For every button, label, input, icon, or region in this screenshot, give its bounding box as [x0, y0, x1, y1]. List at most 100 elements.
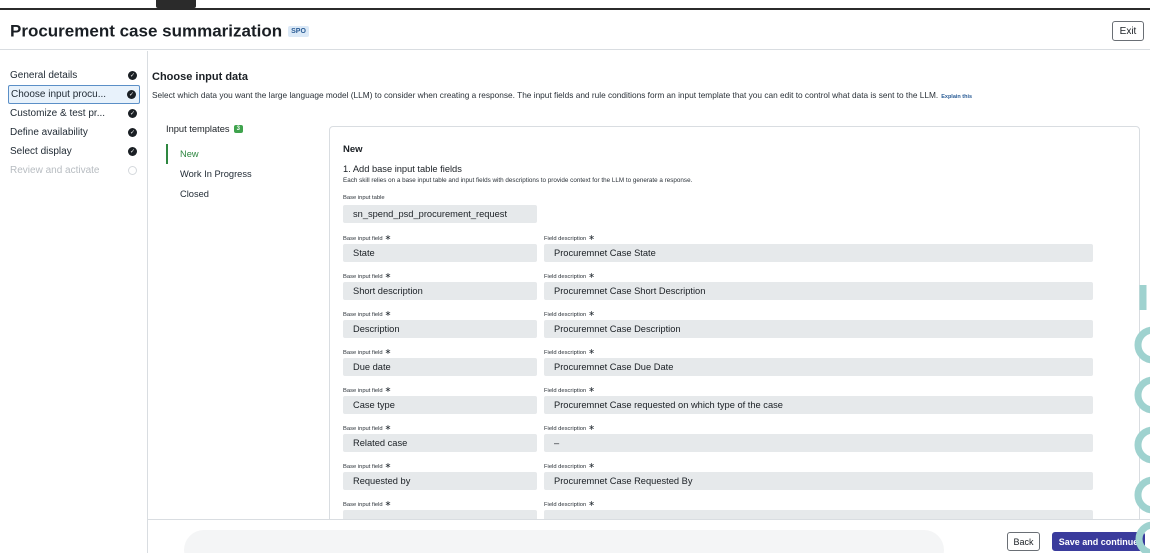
save-and-continue-button[interactable]: Save and continue [1052, 532, 1145, 551]
step-title: 1. Add base input table fields [343, 164, 462, 174]
base-field-label-text: Base input field [343, 426, 383, 432]
base-field-input[interactable]: Description [343, 320, 537, 338]
field-description-label: Field description ∗ [544, 423, 595, 432]
desc-label-text: Field description [544, 274, 587, 280]
empty-circle-icon [128, 166, 137, 175]
field-description-label: Field description ∗ [544, 233, 595, 242]
field-description-label: Field description ∗ [544, 499, 595, 508]
base-field-label-text: Base input field [343, 350, 383, 356]
steps-nav: General details ✓ Choose input procu... … [8, 66, 140, 180]
required-icon: ∗ [588, 233, 595, 242]
check-circle-icon: ✓ [128, 71, 137, 80]
base-field-label-text: Base input field [343, 312, 383, 318]
base-field-label: Base input field ∗ [343, 423, 391, 432]
base-field-label: Base input field ∗ [343, 347, 391, 356]
base-field-label: Base input field ∗ [343, 233, 391, 242]
base-field-label-text: Base input field [343, 502, 383, 508]
required-icon: ∗ [384, 309, 392, 318]
sidebar-item-label: General details [10, 70, 78, 81]
sidebar-item-label: Review and activate [10, 165, 100, 176]
field-description-input[interactable]: Procuremnet Case Due Date [544, 358, 1093, 376]
required-icon: ∗ [384, 499, 392, 508]
steps-sidebar: General details ✓ Choose input procu... … [0, 51, 148, 553]
template-item-work-in-progress[interactable]: Work In Progress [166, 164, 306, 184]
desc-label-text: Field description [544, 502, 587, 508]
sidebar-item-general-details[interactable]: General details ✓ [8, 66, 140, 85]
desc-label-text: Field description [544, 464, 587, 470]
input-templates-label: Input templates [166, 124, 230, 134]
field-description-input[interactable]: Procuremnet Case Description [544, 320, 1093, 338]
field-description-label: Field description ∗ [544, 347, 595, 356]
template-item-closed[interactable]: Closed [166, 184, 306, 204]
desc-label-text: Field description [544, 350, 587, 356]
required-icon: ∗ [384, 233, 392, 242]
check-circle-icon: ✓ [128, 109, 137, 118]
page-title: Procurement case summarization SPO [10, 21, 309, 42]
field-description-label: Field description ∗ [544, 271, 595, 280]
field-description-input[interactable]: Procuremnet Case State [544, 244, 1093, 262]
base-field-input[interactable]: Related case [343, 434, 537, 452]
desc-label-text: Field description [544, 388, 587, 394]
sidebar-item-label: Choose input procu... [11, 89, 107, 100]
field-description-input[interactable]: Procuremnet Case requested on which type… [544, 396, 1093, 414]
field-description-label: Field description ∗ [544, 461, 595, 470]
required-icon: ∗ [384, 271, 392, 280]
exit-button[interactable]: Exit [1112, 21, 1144, 41]
card-title: New [343, 144, 363, 155]
check-circle-icon: ✓ [127, 90, 136, 99]
required-icon: ∗ [384, 423, 392, 432]
sidebar-item-customize-test[interactable]: Customize & test pr... ✓ [8, 104, 140, 123]
footer-bar: Back Save and continue [148, 519, 1150, 553]
required-icon: ∗ [588, 347, 595, 356]
template-editor-card: New 1. Add base input table fields Each … [329, 126, 1140, 553]
desc-label-text: Field description [544, 236, 587, 242]
field-description-input[interactable]: Procuremnet Case Short Description [544, 282, 1093, 300]
base-field-input[interactable]: Case type [343, 396, 537, 414]
base-field-label-text: Base input field [343, 236, 383, 242]
sidebar-item-choose-input[interactable]: Choose input procu... ✓ [8, 85, 140, 104]
required-icon: ∗ [384, 347, 392, 356]
template-list: New Work In Progress Closed [166, 144, 306, 204]
template-item-new[interactable]: New [166, 144, 306, 164]
sidebar-item-label: Select display [10, 146, 72, 157]
explain-this-link[interactable]: Explain this [941, 94, 972, 100]
field-description-input[interactable]: – [544, 434, 1093, 452]
base-field-input[interactable]: Due date [343, 358, 537, 376]
base-field-input[interactable]: Requested by [343, 472, 537, 490]
base-field-label: Base input field ∗ [343, 271, 391, 280]
section-description-text: Select which data you want the large lan… [152, 90, 939, 100]
step-description: Each skill relies on a base input table … [343, 177, 693, 184]
sidebar-item-define-availability[interactable]: Define availability ✓ [8, 123, 140, 142]
field-description-label: Field description ∗ [544, 385, 595, 394]
base-field-label-text: Base input field [343, 274, 383, 280]
main-content: Choose input data Select which data you … [148, 51, 1150, 553]
sidebar-item-select-display[interactable]: Select display ✓ [8, 142, 140, 161]
base-field-label: Base input field ∗ [343, 461, 391, 470]
base-field-label-text: Base input field [343, 388, 383, 394]
input-templates-heading: Input templates 3 [166, 124, 243, 134]
back-button[interactable]: Back [1007, 532, 1040, 551]
base-field-label-text: Base input field [343, 464, 383, 470]
required-icon: ∗ [588, 309, 595, 318]
required-icon: ∗ [588, 461, 595, 470]
page-title-text: Procurement case summarization [10, 21, 283, 41]
check-circle-icon: ✓ [128, 128, 137, 137]
sidebar-item-review-activate: Review and activate [8, 161, 140, 180]
base-field-label: Base input field ∗ [343, 309, 391, 318]
required-icon: ∗ [588, 271, 595, 280]
base-field-input[interactable]: State [343, 244, 537, 262]
cropped-heading-fragment [156, 0, 196, 8]
sidebar-item-label: Define availability [10, 127, 88, 138]
required-icon: ∗ [588, 499, 595, 508]
base-field-label: Base input field ∗ [343, 385, 391, 394]
page-header: Procurement case summarization SPO Exit [0, 10, 1150, 50]
section-title: Choose input data [152, 71, 248, 83]
base-table-field[interactable]: sn_spend_psd_procurement_request [343, 205, 537, 223]
required-icon: ∗ [588, 423, 595, 432]
field-description-input[interactable]: Procuremnet Case Requested By [544, 472, 1093, 490]
required-icon: ∗ [588, 385, 595, 394]
templates-count-badge: 3 [233, 125, 243, 133]
base-field-input[interactable]: Short description [343, 282, 537, 300]
footer-backdrop [184, 530, 944, 553]
required-icon: ∗ [384, 461, 392, 470]
